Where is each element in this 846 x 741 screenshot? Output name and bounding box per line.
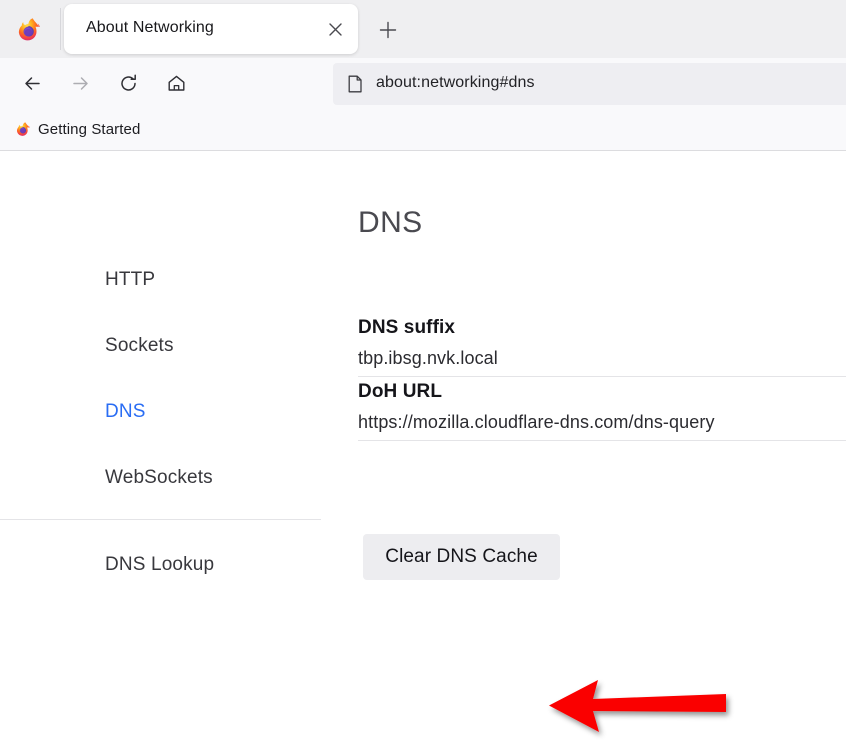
home-icon (166, 73, 187, 94)
tab-title: About Networking (86, 19, 214, 37)
dns-info-table: DNS suffix tbp.ibsg.nvk.local DoH URL ht… (358, 313, 846, 441)
new-tab-button[interactable] (374, 16, 402, 44)
table-row-header: DNS suffix (358, 313, 846, 344)
tabstrip-divider (60, 8, 61, 50)
about-networking-sidebar: HTTP Sockets DNS WebSockets DNS Lookup (0, 151, 321, 600)
reload-button[interactable] (113, 68, 143, 98)
firefox-logo-icon (14, 121, 31, 138)
sidebar-item-dns-lookup[interactable]: DNS Lookup (105, 554, 214, 576)
address-bar-text: about:networking#dns (376, 74, 535, 92)
navigation-toolbar: about:networking#dns (0, 58, 846, 108)
back-button[interactable] (17, 68, 47, 98)
sidebar-item-http[interactable]: HTTP (105, 269, 155, 291)
forward-button[interactable] (65, 68, 95, 98)
left-arrow-annotation-icon (536, 666, 736, 741)
sidebar-item-label: WebSockets (105, 467, 213, 488)
home-button[interactable] (161, 68, 191, 98)
sidebar-item-label: DNS (105, 401, 146, 422)
forward-arrow-icon (70, 73, 91, 94)
sidebar-item-dns[interactable]: DNS (105, 401, 146, 423)
browser-tab-about-networking[interactable]: About Networking (64, 4, 358, 54)
back-arrow-icon (22, 73, 43, 94)
page-document-icon (345, 74, 365, 94)
bookmark-getting-started[interactable]: Getting Started (8, 115, 146, 143)
plus-icon (379, 21, 397, 39)
dns-panel: DNS DNS suffix tbp.ibsg.nvk.local DoH UR… (358, 151, 846, 600)
address-bar[interactable]: about:networking#dns (333, 63, 846, 105)
sidebar-item-websockets[interactable]: WebSockets (105, 467, 213, 489)
sidebar-divider (0, 519, 321, 520)
table-row-header: DoH URL (358, 377, 846, 408)
clear-dns-cache-button[interactable]: Clear DNS Cache (363, 534, 560, 580)
sidebar-item-label: HTTP (105, 269, 155, 290)
bookmark-label: Getting Started (38, 121, 140, 138)
table-divider (358, 440, 846, 441)
firefox-logo-icon (14, 16, 42, 44)
table-row-value: tbp.ibsg.nvk.local (358, 344, 846, 376)
table-row-value: https://mozilla.cloudflare-dns.com/dns-q… (358, 408, 846, 440)
sidebar-item-label: DNS Lookup (105, 554, 214, 575)
reload-icon (118, 73, 139, 94)
close-icon[interactable] (324, 18, 346, 40)
sidebar-item-sockets[interactable]: Sockets (105, 335, 174, 357)
sidebar-item-label: Sockets (105, 335, 174, 356)
bookmarks-bar: Getting Started (0, 108, 846, 151)
browser-window: About Networking (0, 0, 846, 600)
page-content: HTTP Sockets DNS WebSockets DNS Lookup D… (0, 151, 846, 600)
tab-strip: About Networking (0, 0, 846, 58)
page-title: DNS (358, 206, 423, 240)
